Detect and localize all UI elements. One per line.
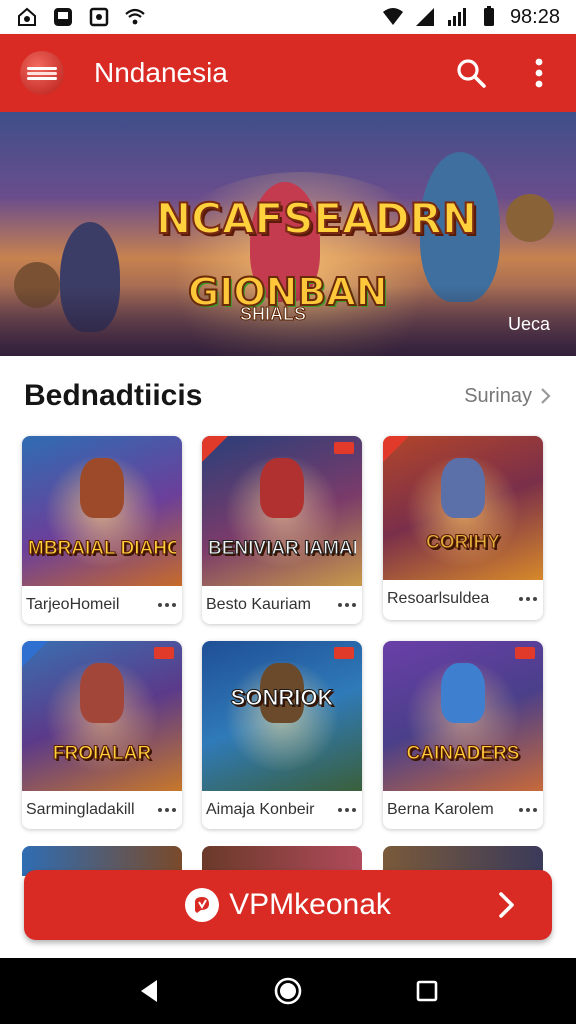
app-notification-icon — [88, 6, 110, 28]
media-notification-icon — [52, 6, 74, 28]
recents-button[interactable] — [407, 971, 447, 1011]
home-notification-icon — [16, 6, 38, 28]
wifi-icon — [124, 6, 146, 28]
game-logo-text: SONRIOK — [230, 685, 334, 711]
game-thumbnail: CAINADERS — [383, 641, 543, 791]
section-title: Bednadtiicis — [24, 379, 203, 412]
banner-title: NCAFSEADRN — [155, 193, 478, 244]
more-options-icon[interactable] — [338, 808, 356, 812]
home-button[interactable] — [268, 971, 308, 1011]
battery-icon — [478, 6, 500, 28]
more-options-icon[interactable] — [158, 603, 176, 607]
game-thumbnail: SONRIOK — [202, 641, 362, 791]
game-thumbnail: MBRAIAL DIAHOANO — [22, 436, 182, 586]
app-screen: 98:28 Nndanesia NCAFSEADRN GIONBAN SHIAL… — [0, 0, 576, 1024]
game-logo-text: BENIVIAR IAMAIANI — [208, 538, 356, 560]
back-button[interactable] — [129, 971, 169, 1011]
game-thumbnail: FROIALAR — [22, 641, 182, 791]
game-card[interactable]: FROIALAR Sarmingladakill — [22, 641, 182, 829]
more-vertical-icon — [535, 58, 543, 88]
game-title: Berna Karolem — [387, 801, 494, 818]
game-card[interactable]: BENIVIAR IAMAIANI Besto Kauriam — [202, 436, 362, 624]
game-thumbnail: BENIVIAR IAMAIANI — [202, 436, 362, 586]
see-all-label: Surinay — [464, 384, 532, 407]
chevron-right-icon — [541, 388, 551, 404]
cta-label: VPMkeonak — [229, 888, 391, 921]
game-logo-text: MBRAIAL DIAHOANO — [28, 538, 176, 560]
signal-wifi-icon — [382, 6, 404, 28]
search-icon — [457, 59, 486, 88]
banner-shield-right — [506, 194, 554, 242]
game-logo-text: FROIALAR — [52, 743, 152, 765]
game-title: Aimaja Konbeir — [206, 801, 315, 818]
app-logo-icon[interactable] — [20, 51, 64, 95]
status-time: 98:28 — [509, 5, 560, 28]
more-options-icon[interactable] — [519, 597, 537, 601]
game-card[interactable]: CORIHY Resoarlsuldea — [383, 436, 543, 620]
game-title: Resoarlsuldea — [387, 590, 490, 607]
game-card[interactable]: CAINADERS Berna Karolem — [383, 641, 543, 829]
home-circle-icon — [274, 977, 302, 1005]
overflow-menu-button[interactable] — [522, 56, 556, 90]
banner-tagline: SHIALS — [239, 304, 307, 325]
more-options-icon[interactable] — [338, 603, 356, 607]
recents-square-icon — [416, 980, 437, 1002]
app-bar: Nndanesia — [0, 34, 576, 112]
game-logo-text: CAINADERS — [406, 743, 520, 765]
system-navigation-bar — [0, 958, 576, 1024]
chevron-right-icon — [499, 892, 514, 918]
game-title: TarjeoHomeil — [26, 596, 120, 613]
app-title: Nndanesia — [94, 57, 228, 88]
game-card[interactable]: MBRAIAL DIAHOANO TarjeoHomeil — [22, 436, 182, 624]
game-title: Sarmingladakill — [26, 801, 135, 818]
back-triangle-icon — [141, 980, 158, 1002]
signal-bars-icon — [446, 6, 468, 28]
cellular-icon — [414, 6, 436, 28]
game-title: Besto Kauriam — [206, 596, 311, 613]
more-options-icon[interactable] — [158, 808, 176, 812]
game-thumbnail: CORIHY — [383, 436, 543, 580]
section-header: Bednadtiicis Surinay — [24, 372, 552, 420]
game-logo-text: CORIHY — [426, 532, 501, 554]
vpn-connect-button[interactable]: VPMkeonak — [24, 870, 552, 940]
vpn-logo-icon — [185, 888, 220, 922]
banner-corner-label: Ueca — [507, 314, 550, 334]
see-all-link[interactable]: Surinay — [464, 385, 552, 408]
status-bar: 98:28 — [0, 0, 576, 34]
game-card[interactable]: SONRIOK Aimaja Konbeir — [202, 641, 362, 829]
more-options-icon[interactable] — [519, 808, 537, 812]
search-button[interactable] — [454, 56, 488, 90]
